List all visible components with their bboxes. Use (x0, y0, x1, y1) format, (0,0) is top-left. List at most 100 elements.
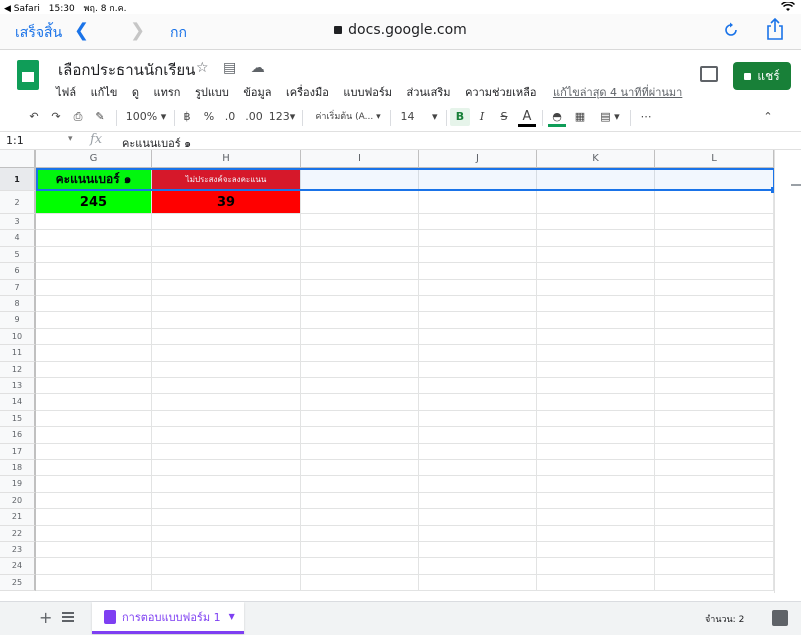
grid-cell[interactable] (301, 509, 419, 526)
grid-cell[interactable] (152, 492, 301, 510)
grid-cell[interactable] (537, 246, 655, 264)
grid-cell[interactable] (655, 542, 774, 559)
row-header-25[interactable]: 25 (0, 574, 36, 592)
collapse-chevron-icon[interactable]: ⌃ (760, 108, 776, 126)
grid-cell[interactable] (537, 476, 655, 493)
address-bar[interactable]: docs.google.com (0, 22, 801, 38)
grid-cell[interactable] (36, 476, 152, 493)
grid-cell[interactable] (36, 410, 152, 428)
grid-cell[interactable] (36, 558, 152, 575)
grid-cell[interactable] (152, 476, 301, 493)
grid-cell[interactable] (301, 168, 419, 191)
document-title[interactable]: เลือกประธานนักเรียน (58, 58, 195, 82)
spreadsheet-grid[interactable]: G H I J K L 1 2 3 4 5 6 7 8 9 10 11 12 13 14 15 16 17 18 1… (0, 150, 774, 593)
grid-cell[interactable] (655, 312, 774, 329)
grid-cell[interactable] (655, 214, 774, 231)
row-header-5[interactable]: 5 (0, 246, 36, 264)
grid-cell[interactable] (301, 279, 419, 296)
column-header-g[interactable]: G (36, 150, 152, 168)
grid-cell[interactable] (537, 312, 655, 329)
grid-cell[interactable] (537, 509, 655, 526)
grid-cell[interactable] (419, 328, 537, 346)
sheet-tab-form-responses[interactable]: การตอบแบบฟอร์ม 1 ▼ (92, 602, 244, 634)
grid-cell[interactable] (655, 296, 774, 313)
grid-cell[interactable] (537, 558, 655, 575)
row-header-24[interactable]: 24 (0, 558, 36, 575)
grid-cell[interactable] (301, 296, 419, 313)
all-sheets-menu-icon[interactable] (62, 612, 74, 622)
grid-cell[interactable] (152, 509, 301, 526)
grid-cell[interactable] (301, 246, 419, 264)
grid-cell[interactable] (537, 542, 655, 559)
comment-history-icon[interactable] (700, 66, 718, 82)
reload-icon[interactable] (722, 21, 740, 39)
menu-edit[interactable]: แก้ไข (91, 86, 118, 99)
grid-cell[interactable] (655, 410, 774, 428)
row-header-13[interactable]: 13 (0, 378, 36, 395)
grid-cell[interactable] (152, 542, 301, 559)
grid-cell[interactable] (537, 328, 655, 346)
sheets-logo-icon[interactable] (17, 60, 39, 90)
grid-cell[interactable] (152, 312, 301, 329)
grid-cell[interactable] (301, 328, 419, 346)
column-header-h[interactable]: H (152, 150, 301, 168)
grid-cell[interactable] (419, 410, 537, 428)
grid-cell[interactable] (152, 394, 301, 411)
grid-cell[interactable] (152, 427, 301, 444)
grid-cell[interactable] (419, 246, 537, 264)
row-header-2[interactable]: 2 (0, 191, 36, 214)
grid-cell[interactable] (419, 427, 537, 444)
grid-cell[interactable] (537, 263, 655, 280)
column-header-l[interactable]: L (655, 150, 774, 168)
grid-cell[interactable] (655, 492, 774, 510)
row-header-21[interactable]: 21 (0, 509, 36, 526)
italic-button[interactable]: I (474, 108, 490, 126)
grid-cell[interactable] (419, 168, 537, 191)
row-header-10[interactable]: 10 (0, 328, 36, 346)
row-header-20[interactable]: 20 (0, 492, 36, 510)
sheet-tab-dropdown-icon[interactable]: ▼ (229, 612, 235, 621)
grid-cell[interactable] (152, 378, 301, 395)
menu-tools[interactable]: เครื่องมือ (286, 86, 329, 99)
menu-insert[interactable]: แทรก (154, 86, 181, 99)
row-header-11[interactable]: 11 (0, 345, 36, 362)
bold-button[interactable]: B (450, 108, 470, 126)
row-header-3[interactable]: 3 (0, 214, 36, 231)
grid-cell[interactable] (655, 558, 774, 575)
grid-cell[interactable] (152, 263, 301, 280)
grid-cell[interactable] (419, 394, 537, 411)
last-edit-link[interactable]: แก้ไขล่าสุด 4 นาทีที่ผ่านมา (553, 86, 682, 99)
grid-cell[interactable] (36, 328, 152, 346)
grid-cell[interactable] (301, 443, 419, 460)
grid-cell[interactable] (419, 476, 537, 493)
grid-cell[interactable] (537, 492, 655, 510)
undo-icon[interactable]: ↶ (26, 108, 42, 126)
redo-icon[interactable]: ↷ (48, 108, 64, 126)
grid-cell[interactable] (419, 279, 537, 296)
grid-cell[interactable] (152, 574, 301, 592)
grid-cell[interactable] (301, 476, 419, 493)
grid-cell[interactable] (655, 476, 774, 493)
grid-cell[interactable] (152, 558, 301, 575)
row-header-7[interactable]: 7 (0, 279, 36, 296)
grid-cell[interactable] (36, 525, 152, 542)
grid-cell[interactable] (419, 296, 537, 313)
grid-cell[interactable] (36, 574, 152, 592)
menu-file[interactable]: ไฟล์ (56, 86, 76, 99)
menu-data[interactable]: ข้อมูล (243, 86, 271, 99)
grid-cell[interactable] (419, 312, 537, 329)
grid-cell[interactable] (537, 361, 655, 378)
grid-cell[interactable] (36, 443, 152, 460)
column-header-i[interactable]: I (301, 150, 419, 168)
row-header-19[interactable]: 19 (0, 476, 36, 493)
grid-cell[interactable] (301, 542, 419, 559)
grid-cell[interactable] (152, 460, 301, 477)
grid-cell[interactable] (36, 214, 152, 231)
grid-cell[interactable] (301, 312, 419, 329)
grid-cell[interactable] (655, 246, 774, 264)
share-button[interactable]: แชร์ (733, 62, 791, 90)
grid-cell[interactable] (419, 361, 537, 378)
grid-cell[interactable] (655, 328, 774, 346)
grid-cell[interactable] (152, 296, 301, 313)
grid-cell[interactable] (419, 443, 537, 460)
